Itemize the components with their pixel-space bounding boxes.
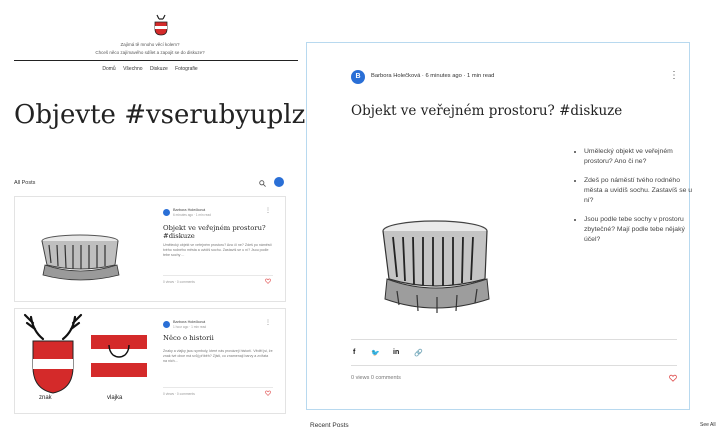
discussion-questions-list: Umělecký objekt ve veřejném prostoru? An… [575, 147, 694, 254]
post-title[interactable]: Něco o historii [163, 334, 273, 342]
sculpture-thumbnail [41, 234, 120, 281]
hero-title: Objevte #vserubyuplzne [14, 100, 338, 130]
link-icon[interactable]: 🔗 [414, 349, 423, 357]
author-avatar[interactable] [163, 321, 170, 328]
list-item: Umělecký objekt ve veřejném prostoru? An… [584, 147, 694, 167]
sculpture-image [382, 220, 490, 313]
author-avatar-letter: B [355, 73, 361, 80]
nav-item-discussion[interactable]: Diskuze [150, 66, 168, 72]
post-stats: 0 views · 0 comments [163, 280, 195, 284]
more-options-icon[interactable]: ⋮ [669, 70, 679, 81]
post-meta: 6 minutes ago · 1 min read [173, 213, 211, 217]
post-meta: 1 hour ago · 1 min read [173, 325, 207, 329]
like-heart-icon[interactable] [265, 390, 271, 396]
post-stats: 0 views 0 comments [351, 375, 401, 381]
facebook-icon[interactable]: f [353, 349, 355, 356]
card-divider [163, 275, 273, 276]
list-item: Jsou podle tebe sochy v prostoru zbytečn… [584, 215, 694, 245]
post-excerpt: Znaky a vlajky jsou symboly, které nás p… [163, 349, 273, 363]
main-nav: Domů Všechno Diskuze Fotografie [0, 66, 300, 72]
nav-item-home[interactable]: Domů [102, 66, 115, 72]
create-post-button[interactable] [274, 177, 284, 187]
post-author[interactable]: Barbora Holečková [173, 208, 205, 212]
nav-item-all[interactable]: Všechno [123, 66, 142, 72]
tagline-line2: Chceš něco zajímavého sdílet a zapojit s… [95, 50, 205, 55]
post-detail-panel: B Barbora Holečková · 6 minutes ago · 1 … [306, 42, 692, 410]
post-author[interactable]: Barbora Holečková [173, 320, 205, 324]
header-divider [14, 60, 298, 61]
post-card[interactable]: znak vlajka Barbora Holečková 1 hour ago… [14, 308, 286, 414]
nav-item-photos[interactable]: Fotografie [175, 66, 198, 72]
coat-of-arms-caption: znak [39, 395, 52, 401]
post-author-line[interactable]: Barbora Holečková · 6 minutes ago · 1 mi… [371, 73, 494, 79]
share-top-divider [351, 339, 677, 340]
linkedin-icon[interactable]: in [393, 349, 399, 356]
more-options-icon[interactable]: ⋮ [265, 319, 271, 326]
author-avatar[interactable] [163, 209, 170, 216]
post-title: Objekt ve veřejném prostoru? #diskuze [351, 103, 623, 119]
like-heart-icon[interactable] [669, 374, 677, 382]
list-item: Zdeš po náměstí tvého rodného města a uv… [584, 176, 694, 206]
search-icon[interactable] [259, 180, 266, 187]
post-stats: 0 views · 0 comments [163, 392, 195, 396]
like-heart-icon[interactable] [265, 278, 271, 284]
card-divider [163, 387, 273, 388]
flag-caption: vlajka [107, 395, 123, 401]
crest-logo-icon[interactable] [154, 14, 168, 36]
post-title[interactable]: Objekt ve veřejném prostoru? #diskuze [163, 224, 273, 240]
see-all-link[interactable]: See All [700, 422, 716, 428]
share-bottom-divider [351, 365, 677, 366]
tagline-line1: Zajímá tě mnoho věcí kolem? [120, 42, 180, 47]
recent-posts-heading: Recent Posts [310, 422, 349, 429]
all-posts-label[interactable]: All Posts [14, 180, 35, 186]
post-excerpt: Umělecký objekt ve veřejném prostoru? An… [163, 243, 272, 257]
twitter-icon[interactable]: 🐦 [371, 349, 380, 357]
post-card[interactable]: Barbora Holečková 6 minutes ago · 1 min … [14, 196, 286, 302]
more-options-icon[interactable]: ⋮ [265, 207, 271, 214]
blog-home-panel: Zajímá tě mnoho věcí kolem? Chceš něco z… [0, 0, 337, 432]
coat-of-arms-and-flag-image [23, 313, 147, 394]
